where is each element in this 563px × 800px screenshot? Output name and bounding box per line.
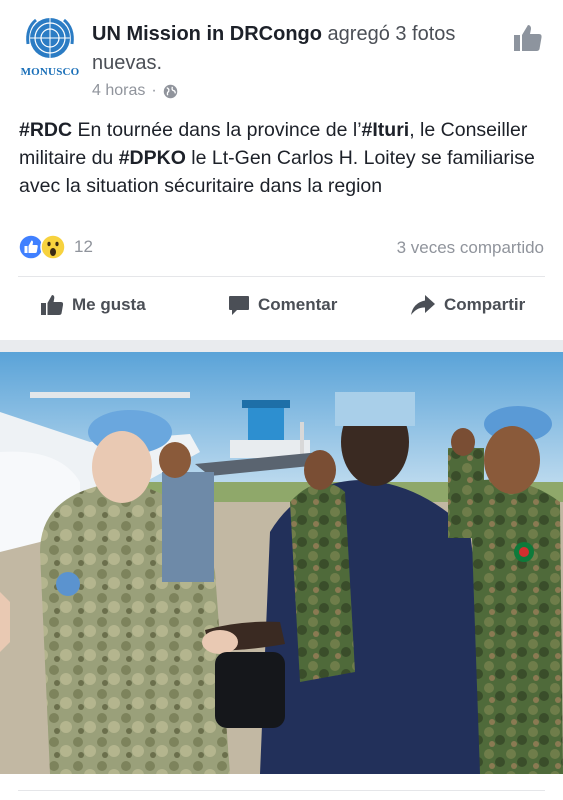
thumb-up-icon [41, 295, 64, 315]
un-emblem-icon [26, 18, 74, 58]
share-button[interactable]: Compartir [410, 294, 525, 316]
post-meta: 4 horas · [92, 82, 178, 100]
share-button-label: Compartir [444, 295, 526, 314]
hashtag-rdc[interactable]: #RDC [19, 119, 72, 141]
post-title: UN Mission in DRCongo agregó 3 fotos nue… [92, 20, 492, 78]
post-text-part: En tournée dans la province de l’ [72, 119, 362, 141]
like-page-thumb-icon[interactable] [512, 22, 544, 54]
photo-illustration [0, 352, 563, 774]
post-timestamp[interactable]: 4 horas [92, 82, 145, 100]
comment-button-label: Comentar [258, 295, 338, 314]
comment-icon [229, 296, 249, 315]
globe-icon [163, 84, 177, 98]
wow-reaction-icon [40, 234, 66, 260]
page-name-link[interactable]: UN Mission in DRCongo [92, 23, 322, 45]
feed-separator [0, 340, 563, 352]
post-body: #RDC En tournée dans la province de l’#I… [19, 116, 549, 200]
comment-button[interactable]: Comentar [228, 294, 337, 316]
post-actions-bar: Me gusta Comentar Compartir [0, 284, 563, 332]
post-header: MONUSCO UN Mission in DRCongo agregó 3 f… [0, 0, 563, 110]
reaction-count: 12 [74, 237, 93, 256]
reactions-summary[interactable]: 12 [18, 234, 93, 260]
page-avatar[interactable]: MONUSCO [18, 14, 82, 82]
like-button[interactable]: Me gusta [40, 294, 146, 316]
like-button-label: Me gusta [72, 295, 146, 314]
share-arrow-icon [411, 295, 435, 315]
hashtag-dpko[interactable]: #DPKO [119, 147, 186, 169]
hashtag-ituri[interactable]: #Ituri [362, 119, 410, 141]
share-count[interactable]: 3 veces compartido [397, 238, 544, 258]
actions-divider [18, 276, 545, 277]
post-photo[interactable] [0, 352, 563, 774]
meta-separator: · [151, 82, 157, 99]
post-bottom-divider [18, 790, 545, 791]
page-avatar-label: MONUSCO [20, 66, 80, 78]
